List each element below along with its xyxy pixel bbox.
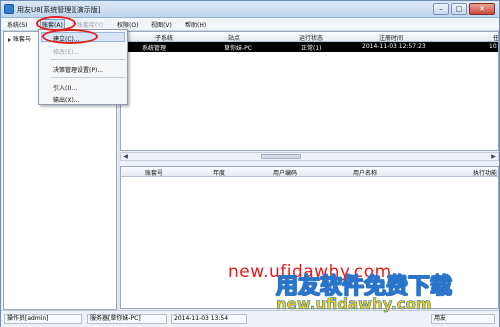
menu-system[interactable]: 系统(S) <box>7 20 28 29</box>
cell-status: 正常(1) <box>301 45 322 52</box>
menu-item-decision-settings[interactable]: 决策管理设置(P)... <box>53 65 103 74</box>
cell-subsystem: 系统管理 <box>142 45 167 52</box>
menu-item-export[interactable]: 输出(X)... <box>53 95 80 104</box>
minimize-button[interactable]: – <box>433 3 449 15</box>
triangle-right-icon[interactable] <box>8 37 11 42</box>
window-controls: – □ ✕ <box>433 3 495 15</box>
table-row[interactable]: 系统管理 草你妹-PC 正常(1) 2014-11-03 12:57:23 10 <box>121 42 498 52</box>
col-subsystem[interactable]: 子系统 <box>155 33 173 42</box>
col-year[interactable]: 年度 <box>213 168 225 177</box>
menu-item-modify[interactable]: 修改(E)... <box>53 47 79 56</box>
tree-node-root[interactable]: 账套与 <box>8 34 31 43</box>
col-site[interactable]: 站点 <box>228 33 240 42</box>
menu-separator <box>51 59 125 60</box>
tree-node-label: 账套与 <box>13 36 32 43</box>
title-bar[interactable]: 用友U8[系统管理][演示版] – □ ✕ <box>1 1 499 18</box>
status-server: 服务器[草你妹-PC] <box>87 314 167 324</box>
col-register-time[interactable]: 注册时间 <box>379 33 403 42</box>
scroll-left-icon[interactable]: ◀ <box>121 153 130 160</box>
subsystem-table: 子系统 站点 运行状态 注册时间 任 系统管理 草你妹-PC 正常(1) 201… <box>120 31 499 151</box>
status-bar: 操作员[admin] 服务器[草你妹-PC] 2014-11-03 13:54 … <box>1 310 499 327</box>
app-icon <box>4 4 14 14</box>
col-account-no[interactable]: 账套号 <box>145 168 163 177</box>
horizontal-scrollbar[interactable]: ◀ ▶ <box>120 152 499 161</box>
menu-account-library[interactable]: 账套库(Y) <box>77 20 103 29</box>
status-extra: 用友 <box>431 314 495 324</box>
col-user-code[interactable]: 用户编码 <box>273 168 297 177</box>
close-button[interactable]: ✕ <box>469 3 495 15</box>
menu-item-import[interactable]: 引入(I)... <box>53 83 77 92</box>
menu-help[interactable]: 帮助(H) <box>185 20 206 29</box>
cell-time: 2014-11-03 12:57:23 <box>362 43 426 50</box>
maximize-button[interactable]: □ <box>451 3 467 15</box>
col-run-status[interactable]: 运行状态 <box>299 33 323 42</box>
cell-task: 10 <box>489 43 497 50</box>
col-task[interactable]: 任 <box>493 33 498 42</box>
table-header: 账套号 年度 用户编码 用户名称 执行功能 <box>121 167 498 177</box>
cell-site: 草你妹-PC <box>224 45 252 52</box>
col-function[interactable]: 执行功能 <box>473 168 497 177</box>
col-user-name[interactable]: 用户名称 <box>353 168 377 177</box>
menu-permission[interactable]: 权限(O) <box>117 20 138 29</box>
menu-separator <box>51 77 125 78</box>
status-datetime: 2014-11-03 13:54 <box>171 314 247 324</box>
scroll-right-icon[interactable]: ▶ <box>489 153 498 160</box>
table-header: 子系统 站点 运行状态 注册时间 任 <box>121 32 498 42</box>
scroll-thumb[interactable] <box>261 154 301 159</box>
user-task-table: 账套号 年度 用户编码 用户名称 执行功能 <box>120 166 499 309</box>
annotation-circle-create <box>42 29 98 44</box>
status-operator: 操作员[admin] <box>4 314 82 324</box>
menu-view[interactable]: 视图(V) <box>151 20 172 29</box>
window-title: 用友U8[系统管理][演示版] <box>17 6 101 14</box>
